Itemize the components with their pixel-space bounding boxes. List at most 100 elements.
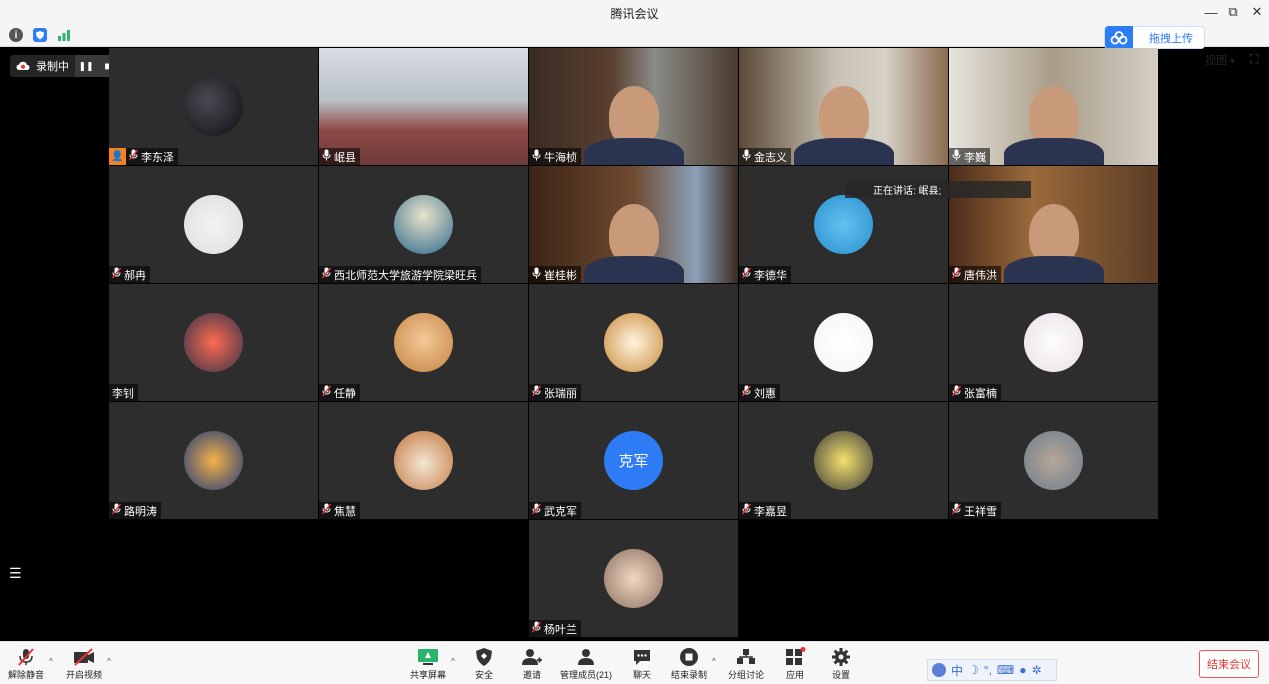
record-options-caret[interactable]: ^	[712, 657, 716, 666]
participant-name: 张富楠	[964, 387, 997, 400]
participant-name-bar: 张瑞丽	[529, 384, 581, 401]
participant-tile[interactable]: 王祥雪	[949, 402, 1158, 519]
participant-tile[interactable]: 路明涛	[109, 402, 318, 519]
chevron-down-icon: ▾	[1230, 56, 1235, 66]
participant-name-bar: 任静	[319, 384, 360, 401]
participant-tile[interactable]: 张瑞丽	[529, 284, 738, 401]
info-icon[interactable]: i	[9, 28, 23, 42]
video-person	[819, 86, 869, 146]
participant-tile[interactable]: 牛海桢	[529, 48, 738, 165]
unmute-label: 解除静音	[8, 670, 45, 680]
video-person	[609, 86, 659, 146]
participant-name-bar: 👤 李东泽	[109, 148, 178, 165]
participant-tile[interactable]: 岷县	[319, 48, 528, 165]
participant-tile[interactable]: 张富楠	[949, 284, 1158, 401]
participant-tile[interactable]: 杨叶兰	[529, 520, 738, 637]
list-icon: ☰	[9, 565, 22, 581]
chat-button[interactable]: 聊天	[632, 645, 652, 681]
participant-tile[interactable]: 👤 李东泽	[109, 48, 318, 165]
avatar	[1024, 313, 1083, 372]
participant-name-bar: 杨叶兰	[529, 620, 581, 637]
manage-members-button[interactable]: 管理成员(21)	[560, 645, 612, 681]
apps-button[interactable]: 应用	[784, 645, 806, 681]
avatar	[604, 313, 663, 372]
participant-name: 李东泽	[141, 151, 174, 164]
end-recording-button[interactable]: 结束录制	[671, 645, 707, 681]
add-person-icon	[521, 645, 543, 668]
start-video-button[interactable]: 开启视频	[66, 645, 102, 681]
fullscreen-button[interactable]: ⛶	[1250, 52, 1258, 67]
participant-name-bar: 牛海桢	[529, 148, 581, 165]
participant-name: 刘惠	[754, 387, 776, 400]
participant-tile[interactable]: 郝冉	[109, 166, 318, 283]
settings-label: 设置	[831, 670, 850, 680]
share-screen-button[interactable]: 共享屏幕	[410, 645, 446, 681]
minimize-button[interactable]: —	[1201, 3, 1221, 21]
invite-button[interactable]: 邀请	[521, 645, 543, 681]
video-body	[584, 256, 684, 283]
avatar	[814, 195, 873, 254]
view-button[interactable]: 视图 ▾	[1205, 52, 1235, 68]
audio-options-caret[interactable]: ^	[49, 657, 53, 666]
unmute-button[interactable]: 解除静音	[8, 645, 44, 681]
input-method-bar[interactable]: 中 ☽ °, ⌨ ● ✲	[927, 659, 1057, 681]
avatar	[814, 313, 873, 372]
close-button[interactable]: ✕	[1247, 3, 1267, 21]
participant-name-bar: 李钊	[109, 384, 138, 401]
participant-tile[interactable]: 金志义	[739, 48, 948, 165]
start-video-label: 开启视频	[66, 670, 103, 680]
view-label: 视图	[1205, 55, 1227, 67]
pause-recording-button[interactable]: ❚❚	[75, 55, 97, 77]
microphone-muted-icon	[111, 267, 122, 282]
participant-name-bar: 李德华	[739, 266, 791, 283]
chat-label: 聊天	[632, 670, 651, 680]
participant-tile[interactable]: 焦慧	[319, 402, 528, 519]
breakout-rooms-button[interactable]: 分组讨论	[728, 645, 764, 681]
signal-icon[interactable]	[57, 28, 71, 42]
participant-name: 牛海桢	[544, 151, 577, 164]
participant-tile[interactable]: 崔桂彬	[529, 166, 738, 283]
avatar	[184, 313, 243, 372]
microphone-muted-icon	[321, 503, 332, 518]
restore-button[interactable]: ⧉	[1223, 3, 1243, 21]
participant-tile[interactable]: 西北师范大学旅游学院梁旺兵	[319, 166, 528, 283]
participant-name: 岷县	[334, 151, 356, 164]
bottom-toolbar: 解除静音 ^ 开启视频 ^ 共享屏幕 ^ 安全 邀请 管理成员(21) 聊天 结…	[0, 641, 1269, 684]
ime-moon-icon: ☽	[968, 663, 979, 677]
participant-tile[interactable]: 李巍	[949, 48, 1158, 165]
ime-mode-text: 中	[951, 663, 964, 678]
participant-tile[interactable]: 任静	[319, 284, 528, 401]
avatar	[394, 195, 453, 254]
participant-tile[interactable]: 李钊	[109, 284, 318, 401]
settings-button[interactable]: 设置	[831, 645, 851, 681]
participant-name: 西北师范大学旅游学院梁旺兵	[334, 269, 477, 282]
members-icon	[575, 645, 597, 668]
participant-name: 王祥雪	[964, 505, 997, 518]
security-button[interactable]: 安全	[475, 645, 493, 681]
participant-name: 张瑞丽	[544, 387, 577, 400]
participant-tile[interactable]: 李嘉昱	[739, 402, 948, 519]
speaking-indicator: 正在讲话: 岷县;	[845, 181, 1031, 198]
minimize-icon: —	[1204, 4, 1218, 20]
microphone-muted-icon	[531, 385, 542, 400]
participant-name: 焦慧	[334, 505, 356, 518]
participant-name: 李嘉昱	[754, 505, 787, 518]
shield-icon[interactable]	[33, 28, 47, 42]
shield-icon	[475, 645, 493, 668]
camera-off-icon	[73, 645, 95, 668]
video-body	[1004, 138, 1104, 165]
end-meeting-button[interactable]: 结束会议	[1199, 650, 1259, 678]
participant-tile[interactable]: 刘惠	[739, 284, 948, 401]
participant-name-bar: 唐伟洪	[949, 266, 1001, 283]
drag-upload-button[interactable]: 拖拽上传	[1104, 26, 1205, 49]
window-title: 腾讯会议	[610, 7, 659, 21]
participant-name: 杨叶兰	[544, 623, 577, 636]
participant-name-bar: 岷县	[319, 148, 360, 165]
video-options-caret[interactable]: ^	[107, 657, 111, 666]
invite-label: 邀请	[522, 670, 541, 680]
share-options-caret[interactable]: ^	[451, 657, 455, 666]
member-list-toggle[interactable]: ☰	[9, 565, 22, 582]
participant-tile[interactable]: 克军 武克军	[529, 402, 738, 519]
end-meeting-label: 结束会议	[1207, 659, 1251, 671]
ime-keyboard-icon: ⌨	[996, 663, 1015, 677]
